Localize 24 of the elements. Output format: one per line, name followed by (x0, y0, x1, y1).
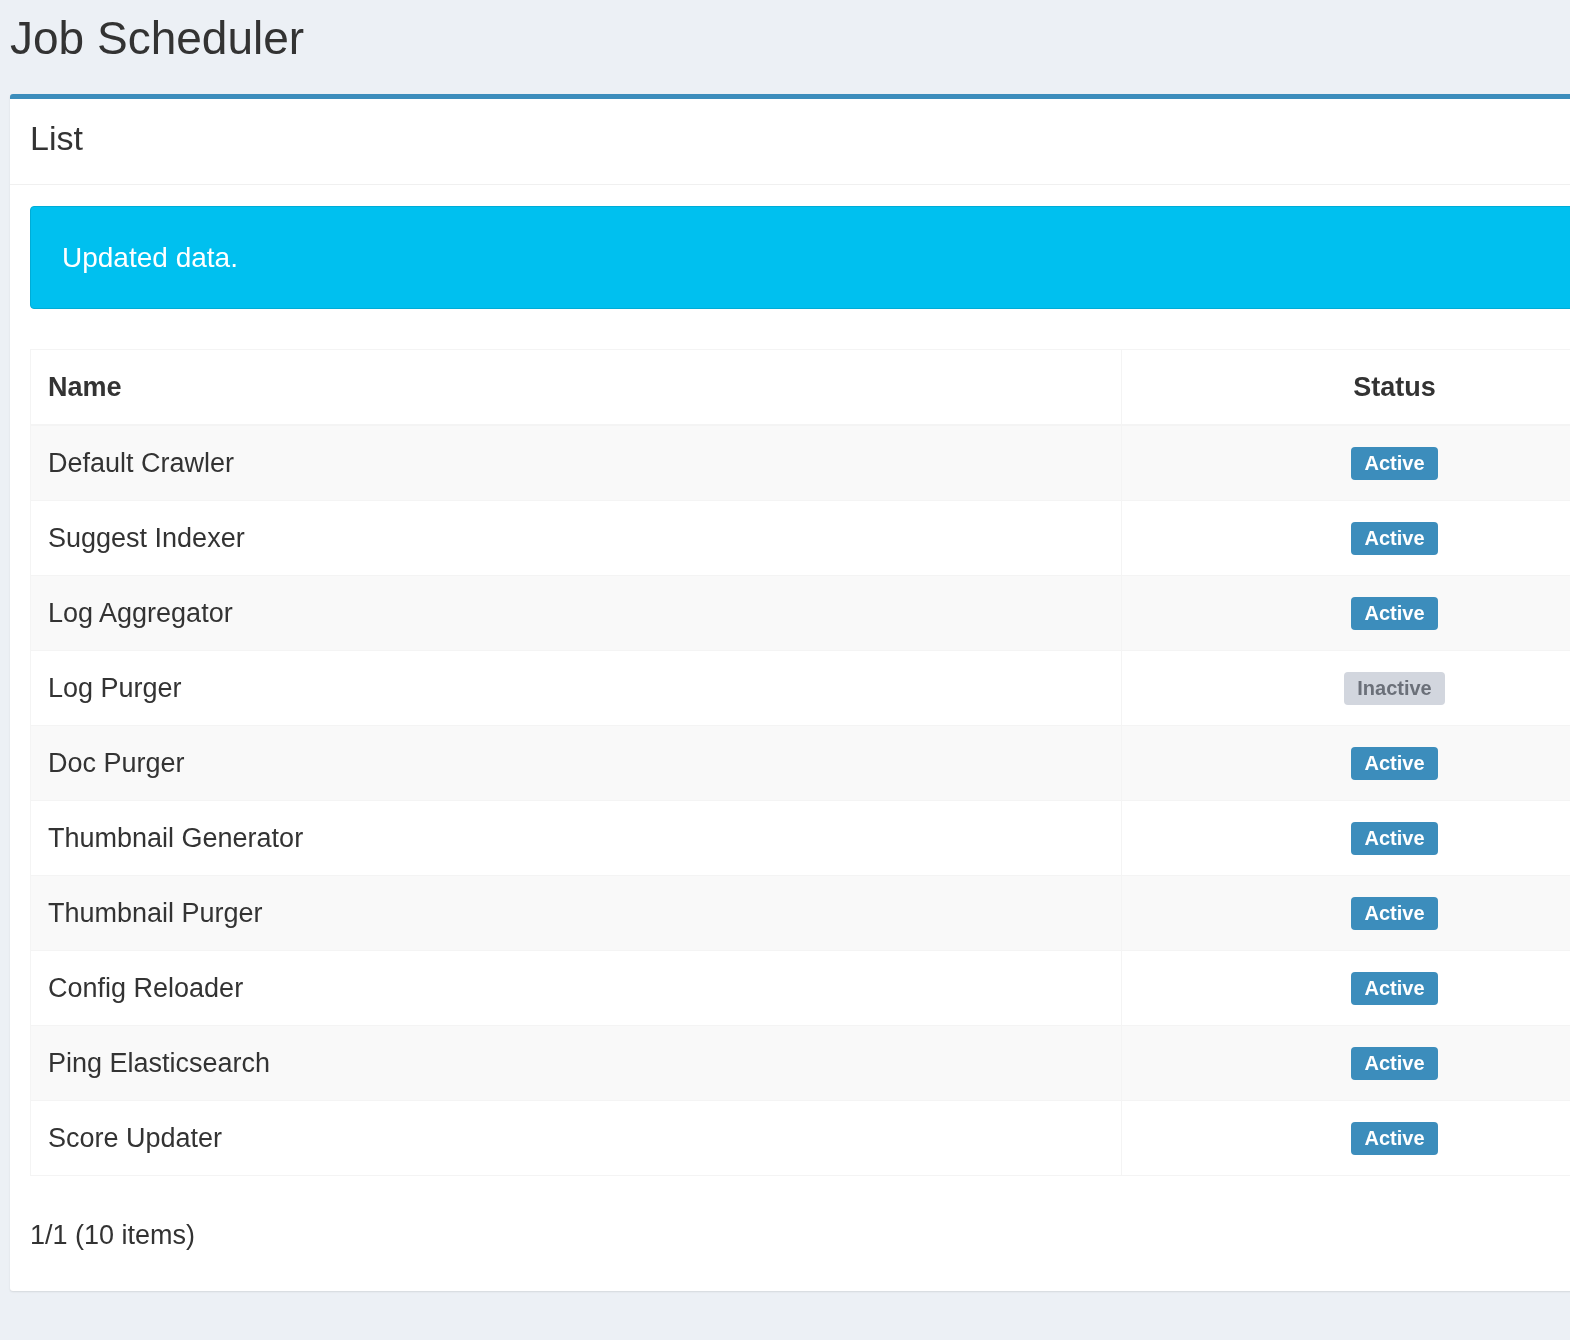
table-cell: Ping Elasticsearch (30, 1025, 1122, 1101)
status-badge: Active (1351, 597, 1438, 630)
table-cell: Score Updater (30, 1100, 1122, 1176)
status-badge: Inactive (1344, 672, 1445, 705)
page-title: Job Scheduler (9, 11, 306, 66)
table-cell: Config Reloader (30, 950, 1122, 1026)
panel-title: List (10, 99, 1570, 185)
status-badge: Active (1351, 1122, 1438, 1155)
status-badge: Active (1351, 822, 1438, 855)
status-badge: Active (1351, 522, 1438, 555)
status-badge: Active (1351, 972, 1438, 1005)
table-cell: Log Aggregator (30, 575, 1122, 651)
pagination-info: 1/1 (10 items) (30, 1220, 197, 1251)
info-alert: Updated data. (30, 206, 1570, 309)
table-cell: Thumbnail Purger (30, 875, 1122, 951)
table-cell: Default Crawler (30, 425, 1122, 501)
table-cell: Thumbnail Generator (30, 800, 1122, 876)
table-cell: Log Purger (30, 650, 1122, 726)
status-badge: Active (1351, 897, 1438, 930)
status-badge: Active (1351, 1047, 1438, 1080)
status-badge: Active (1351, 447, 1438, 480)
status-badge: Active (1351, 747, 1438, 780)
table-cell: Suggest Indexer (30, 500, 1122, 576)
table-cell: Doc Purger (30, 725, 1122, 801)
